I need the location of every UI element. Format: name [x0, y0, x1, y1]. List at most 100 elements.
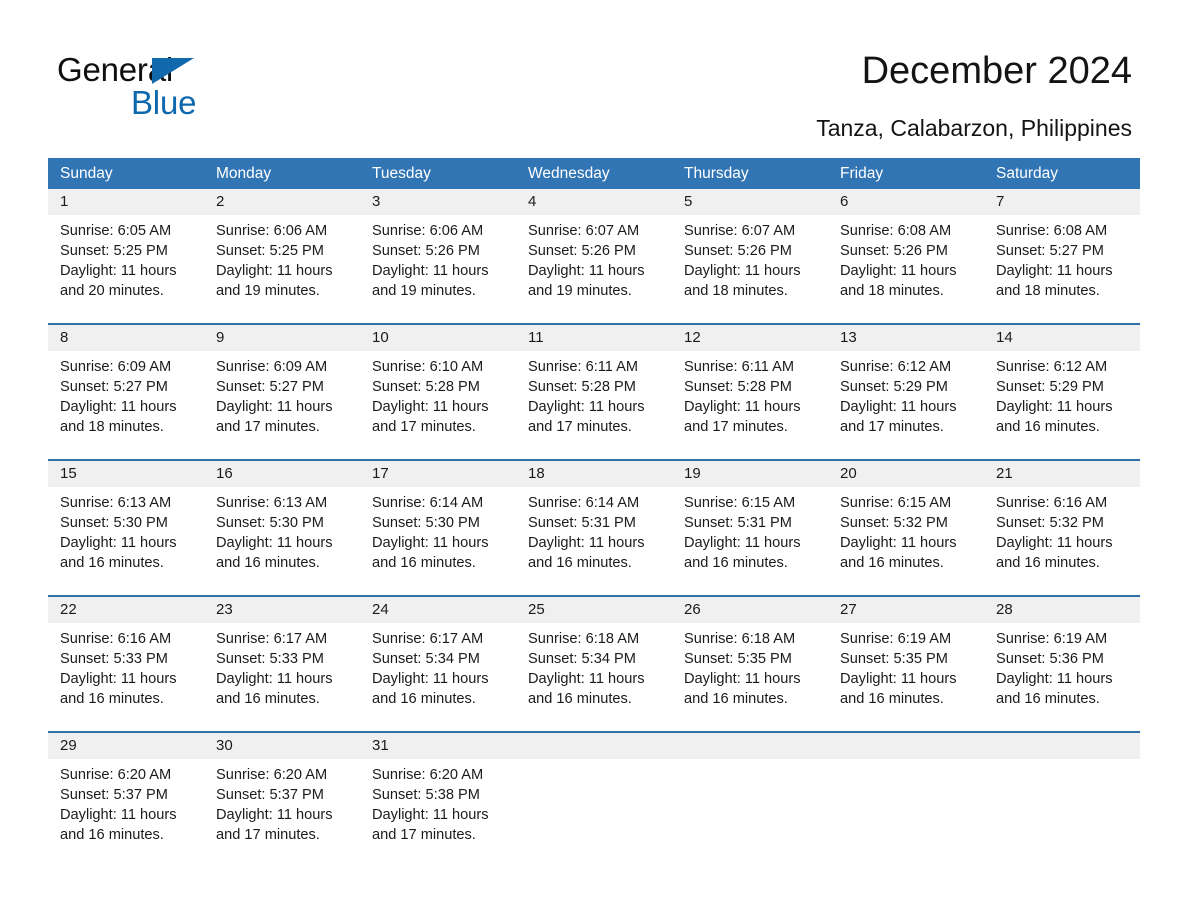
day-number[interactable]: 17: [360, 461, 516, 487]
week-detail-band: Sunrise: 6:13 AM Sunset: 5:30 PM Daylight:…: [48, 487, 1140, 595]
day-cell[interactable]: Sunrise: 6:19 AM Sunset: 5:35 PM Daylight:…: [828, 623, 984, 731]
sunrise-text: Sunrise: 6:20 AM: [216, 767, 328, 783]
day-cell[interactable]: Sunrise: 6:20 AM Sunset: 5:37 PM Daylight:…: [204, 759, 360, 867]
day-cell[interactable]: Sunrise: 6:12 AM Sunset: 5:29 PM Daylight:…: [828, 351, 984, 459]
day-number[interactable]: 27: [828, 597, 984, 623]
sunrise-text: Sunrise: 6:18 AM: [528, 631, 640, 647]
sunset-text: Sunset: 5:25 PM: [216, 243, 324, 259]
day-cell[interactable]: Sunrise: 6:07 AM Sunset: 5:26 PM Daylight:…: [672, 215, 828, 323]
day-cell[interactable]: Sunrise: 6:19 AM Sunset: 5:36 PM Daylight:…: [984, 623, 1140, 731]
week-detail-band: Sunrise: 6:09 AM Sunset: 5:27 PM Daylight:…: [48, 351, 1140, 459]
day-number[interactable]: 14: [984, 325, 1140, 351]
general-blue-logo: General Blue: [57, 52, 317, 122]
day-number[interactable]: 25: [516, 597, 672, 623]
day-number[interactable]: 2: [204, 189, 360, 215]
sunrise-text: Sunrise: 6:13 AM: [60, 495, 172, 511]
week-daynumber-band: 8 9 10 11 12 13 14: [48, 325, 1140, 351]
day-number[interactable]: 3: [360, 189, 516, 215]
day-cell[interactable]: Sunrise: 6:16 AM Sunset: 5:33 PM Daylight:…: [48, 623, 204, 731]
calendar-week-row: 1 2 3 4 5 6 7 Sunrise: 6:05 AM Sunset: 5:25 PM Da…: [48, 189, 1140, 323]
calendar-week-row: 15 16 17 18 19 20 21 Sunrise: 6:13 AM Sunset: 5:…: [48, 459, 1140, 595]
day-cell[interactable]: Sunrise: 6:06 AM Sunset: 5:25 PM Daylight:…: [204, 215, 360, 323]
weekday-header-friday: Friday: [840, 165, 884, 182]
day-cell[interactable]: Sunrise: 6:07 AM Sunset: 5:26 PM Daylight:…: [516, 215, 672, 323]
day-cell[interactable]: Sunrise: 6:08 AM Sunset: 5:27 PM Daylight:…: [984, 215, 1140, 323]
day-number[interactable]: 23: [204, 597, 360, 623]
sunrise-text: Sunrise: 6:14 AM: [372, 495, 484, 511]
week-daynumber-band: 22 23 24 25 26 27 28: [48, 597, 1140, 623]
day-number[interactable]: 30: [204, 733, 360, 759]
calendar-week-row: 22 23 24 25 26 27 28 Sunrise: 6:16 AM Sunset: 5:…: [48, 595, 1140, 731]
day-number[interactable]: 7: [984, 189, 1140, 215]
day-cell[interactable]: Sunrise: 6:15 AM Sunset: 5:32 PM Daylight:…: [828, 487, 984, 595]
day-number[interactable]: 21: [984, 461, 1140, 487]
daylight-text: Daylight: 11 hours and 19 minutes.: [528, 263, 645, 299]
sunrise-text: Sunrise: 6:16 AM: [60, 631, 172, 647]
day-cell[interactable]: Sunrise: 6:20 AM Sunset: 5:37 PM Daylight:…: [48, 759, 204, 867]
day-number[interactable]: 13: [828, 325, 984, 351]
day-number[interactable]: 16: [204, 461, 360, 487]
day-cell[interactable]: Sunrise: 6:13 AM Sunset: 5:30 PM Daylight:…: [204, 487, 360, 595]
day-cell[interactable]: Sunrise: 6:06 AM Sunset: 5:26 PM Daylight:…: [360, 215, 516, 323]
daylight-text: Daylight: 11 hours and 16 minutes.: [684, 671, 801, 707]
sunrise-text: Sunrise: 6:09 AM: [216, 359, 328, 375]
sunset-text: Sunset: 5:30 PM: [216, 515, 324, 531]
day-cell[interactable]: Sunrise: 6:09 AM Sunset: 5:27 PM Daylight:…: [204, 351, 360, 459]
day-cell[interactable]: Sunrise: 6:13 AM Sunset: 5:30 PM Daylight:…: [48, 487, 204, 595]
day-number[interactable]: 22: [48, 597, 204, 623]
sunrise-text: Sunrise: 6:17 AM: [216, 631, 328, 647]
sunrise-text: Sunrise: 6:17 AM: [372, 631, 484, 647]
day-cell[interactable]: Sunrise: 6:11 AM Sunset: 5:28 PM Daylight:…: [672, 351, 828, 459]
sunset-text: Sunset: 5:27 PM: [216, 379, 324, 395]
day-number[interactable]: 9: [204, 325, 360, 351]
day-cell[interactable]: Sunrise: 6:14 AM Sunset: 5:30 PM Daylight:…: [360, 487, 516, 595]
day-cell[interactable]: Sunrise: 6:17 AM Sunset: 5:33 PM Daylight:…: [204, 623, 360, 731]
day-cell[interactable]: Sunrise: 6:08 AM Sunset: 5:26 PM Daylight:…: [828, 215, 984, 323]
sunrise-text: Sunrise: 6:20 AM: [372, 767, 484, 783]
day-number[interactable]: 5: [672, 189, 828, 215]
day-cell[interactable]: Sunrise: 6:11 AM Sunset: 5:28 PM Daylight:…: [516, 351, 672, 459]
day-number[interactable]: 6: [828, 189, 984, 215]
daylight-text: Daylight: 11 hours and 16 minutes.: [60, 671, 177, 707]
weekday-header-wednesday: Wednesday: [528, 165, 610, 182]
day-number[interactable]: 29: [48, 733, 204, 759]
day-cell[interactable]: Sunrise: 6:10 AM Sunset: 5:28 PM Daylight:…: [360, 351, 516, 459]
day-number[interactable]: 11: [516, 325, 672, 351]
day-cell[interactable]: Sunrise: 6:12 AM Sunset: 5:29 PM Daylight:…: [984, 351, 1140, 459]
daylight-text: Daylight: 11 hours and 16 minutes.: [996, 399, 1113, 435]
daylight-text: Daylight: 11 hours and 17 minutes.: [216, 807, 333, 843]
day-number[interactable]: 4: [516, 189, 672, 215]
day-number[interactable]: 8: [48, 325, 204, 351]
day-cell[interactable]: Sunrise: 6:17 AM Sunset: 5:34 PM Daylight:…: [360, 623, 516, 731]
sunset-text: Sunset: 5:34 PM: [372, 651, 480, 667]
day-number[interactable]: 15: [48, 461, 204, 487]
day-cell[interactable]: Sunrise: 6:15 AM Sunset: 5:31 PM Daylight:…: [672, 487, 828, 595]
sunset-text: Sunset: 5:27 PM: [60, 379, 168, 395]
day-number[interactable]: 19: [672, 461, 828, 487]
day-number[interactable]: 28: [984, 597, 1140, 623]
day-cell[interactable]: Sunrise: 6:05 AM Sunset: 5:25 PM Daylight:…: [48, 215, 204, 323]
day-number[interactable]: 10: [360, 325, 516, 351]
day-number[interactable]: 31: [360, 733, 516, 759]
day-number[interactable]: 20: [828, 461, 984, 487]
day-number[interactable]: 24: [360, 597, 516, 623]
day-number[interactable]: 18: [516, 461, 672, 487]
day-number[interactable]: 1: [48, 189, 204, 215]
day-cell[interactable]: Sunrise: 6:14 AM Sunset: 5:31 PM Daylight:…: [516, 487, 672, 595]
sunset-text: Sunset: 5:32 PM: [840, 515, 948, 531]
daylight-text: Daylight: 11 hours and 19 minutes.: [216, 263, 333, 299]
sunrise-text: Sunrise: 6:13 AM: [216, 495, 328, 511]
daylight-text: Daylight: 11 hours and 16 minutes.: [684, 535, 801, 571]
day-cell[interactable]: Sunrise: 6:16 AM Sunset: 5:32 PM Daylight:…: [984, 487, 1140, 595]
day-cell[interactable]: Sunrise: 6:18 AM Sunset: 5:35 PM Daylight:…: [672, 623, 828, 731]
day-cell[interactable]: Sunrise: 6:09 AM Sunset: 5:27 PM Daylight:…: [48, 351, 204, 459]
day-number[interactable]: 26: [672, 597, 828, 623]
sunrise-text: Sunrise: 6:07 AM: [684, 223, 796, 239]
day-cell[interactable]: Sunrise: 6:18 AM Sunset: 5:34 PM Daylight:…: [516, 623, 672, 731]
day-cell-empty: [672, 759, 828, 867]
logo-top-row: General: [57, 52, 317, 88]
day-number[interactable]: 12: [672, 325, 828, 351]
sunset-text: Sunset: 5:34 PM: [528, 651, 636, 667]
sunrise-text: Sunrise: 6:08 AM: [996, 223, 1108, 239]
day-cell[interactable]: Sunrise: 6:20 AM Sunset: 5:38 PM Daylight:…: [360, 759, 516, 867]
